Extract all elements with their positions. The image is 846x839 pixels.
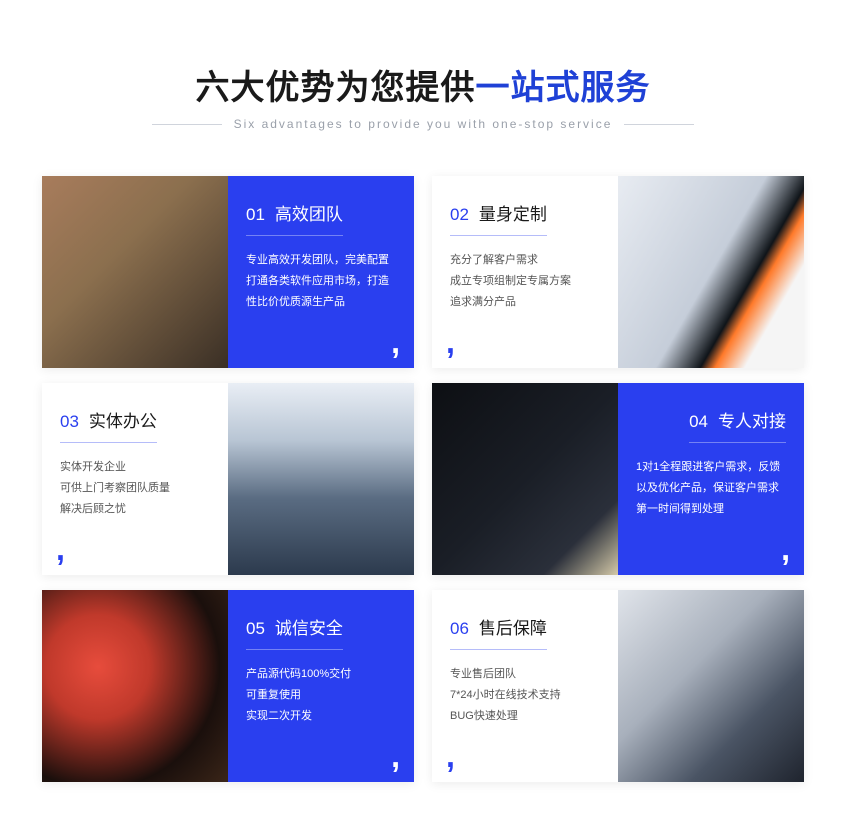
card-title: 高效团队 bbox=[275, 200, 343, 225]
main-title: 六大优势为您提供一站式服务 bbox=[20, 60, 826, 109]
card-title: 诚信安全 bbox=[275, 614, 343, 639]
card-number: 04 bbox=[689, 412, 708, 432]
advantage-card-6: 06 售后保障 专业售后团队7*24小时在线技术支持BUG快速处理 , bbox=[432, 590, 804, 782]
card-head-4: 04 专人对接 bbox=[689, 407, 786, 443]
quote-icon: , bbox=[781, 533, 790, 565]
divider-left bbox=[152, 124, 222, 125]
quote-icon: , bbox=[446, 326, 455, 358]
subtitle-row: Six advantages to provide you with one-s… bbox=[20, 117, 826, 131]
subtitle-text: Six advantages to provide you with one-s… bbox=[234, 117, 613, 131]
card-desc: 充分了解客户需求成立专项组制定专属方案追求满分产品 bbox=[450, 250, 600, 313]
quote-icon: , bbox=[446, 740, 455, 772]
card-image-handshake bbox=[618, 590, 804, 782]
advantage-card-1: 01 高效团队 专业高效开发团队，完美配置打通各类软件应用市场，打造性比价优质源… bbox=[42, 176, 414, 368]
card-text-2: 02 量身定制 充分了解客户需求成立专项组制定专属方案追求满分产品 , bbox=[432, 176, 618, 368]
title-part-2: 一站式服务 bbox=[476, 69, 651, 107]
card-number: 02 bbox=[450, 205, 469, 225]
card-head-6: 06 售后保障 bbox=[450, 614, 547, 650]
card-desc: 1对1全程跟进客户需求，反馈以及优化产品，保证客户需求第一时间得到处理 bbox=[636, 457, 786, 520]
card-desc: 专业售后团队7*24小时在线技术支持BUG快速处理 bbox=[450, 664, 600, 727]
card-text-6: 06 售后保障 专业售后团队7*24小时在线技术支持BUG快速处理 , bbox=[432, 590, 618, 782]
card-number: 01 bbox=[246, 205, 265, 225]
card-title: 实体办公 bbox=[89, 407, 157, 432]
card-number: 05 bbox=[246, 619, 265, 639]
advantage-card-2: 02 量身定制 充分了解客户需求成立专项组制定专属方案追求满分产品 , bbox=[432, 176, 804, 368]
divider-right bbox=[624, 124, 694, 125]
card-number: 03 bbox=[60, 412, 79, 432]
card-number: 06 bbox=[450, 619, 469, 639]
card-text-5: 05 诚信安全 产品源代码100%交付可重复使用实现二次开发 , bbox=[228, 590, 414, 782]
card-image-suit bbox=[432, 383, 618, 575]
quote-icon: , bbox=[56, 533, 65, 565]
card-image-phone bbox=[618, 176, 804, 368]
section-header: 六大优势为您提供一站式服务 Six advantages to provide … bbox=[0, 0, 846, 151]
title-part-1: 六大优势为您提供 bbox=[196, 69, 476, 107]
card-image-team bbox=[42, 176, 228, 368]
card-text-1: 01 高效团队 专业高效开发团队，完美配置打通各类软件应用市场，打造性比价优质源… bbox=[228, 176, 414, 368]
card-head-5: 05 诚信安全 bbox=[246, 614, 343, 650]
advantage-card-3: 03 实体办公 实体开发企业可供上门考察团队质量解决后顾之忧 , bbox=[42, 383, 414, 575]
advantage-card-5: 05 诚信安全 产品源代码100%交付可重复使用实现二次开发 , bbox=[42, 590, 414, 782]
card-desc: 实体开发企业可供上门考察团队质量解决后顾之忧 bbox=[60, 457, 210, 520]
card-head-2: 02 量身定制 bbox=[450, 200, 547, 236]
card-head-1: 01 高效团队 bbox=[246, 200, 343, 236]
advantages-grid: 01 高效团队 专业高效开发团队，完美配置打通各类软件应用市场，打造性比价优质源… bbox=[0, 151, 846, 822]
quote-icon: , bbox=[391, 740, 400, 772]
card-title: 量身定制 bbox=[479, 200, 547, 225]
card-text-3: 03 实体办公 实体开发企业可供上门考察团队质量解决后顾之忧 , bbox=[42, 383, 228, 575]
card-text-4: 04 专人对接 1对1全程跟进客户需求，反馈以及优化产品，保证客户需求第一时间得… bbox=[618, 383, 804, 575]
card-title: 售后保障 bbox=[479, 614, 547, 639]
card-head-3: 03 实体办公 bbox=[60, 407, 157, 443]
advantage-card-4: 04 专人对接 1对1全程跟进客户需求，反馈以及优化产品，保证客户需求第一时间得… bbox=[432, 383, 804, 575]
card-title: 专人对接 bbox=[718, 407, 786, 432]
card-desc: 产品源代码100%交付可重复使用实现二次开发 bbox=[246, 664, 396, 727]
quote-icon: , bbox=[391, 326, 400, 358]
card-desc: 专业高效开发团队，完美配置打通各类软件应用市场，打造性比价优质源生产品 bbox=[246, 250, 396, 313]
card-image-tablet bbox=[42, 590, 228, 782]
card-image-building bbox=[228, 383, 414, 575]
